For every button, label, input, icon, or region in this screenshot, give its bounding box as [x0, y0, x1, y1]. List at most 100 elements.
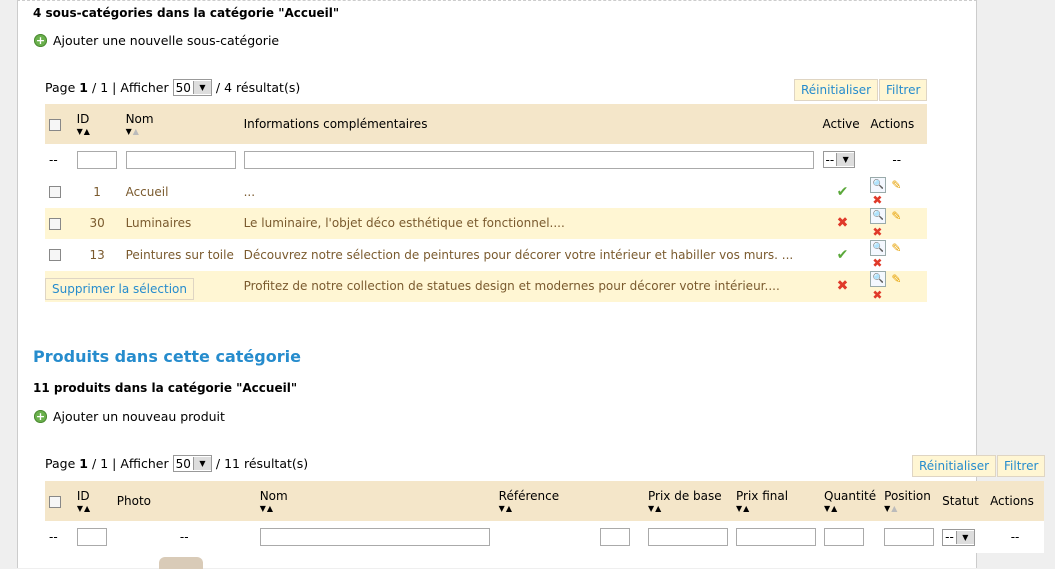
col-position: Position ▼▲: [880, 481, 938, 521]
col-name: Nom ▼▲: [256, 481, 495, 521]
product-thumbnail[interactable]: [159, 557, 203, 569]
products-section-title: Produits dans cette catégorie: [33, 347, 301, 366]
products-table: ID ▼▲ Photo Nom ▼▲ Référence ▼▲ Prix de bas…: [45, 481, 1044, 553]
table-row[interactable]: 30 Luminaires Le luminaire, l'objet déco e…: [45, 207, 927, 239]
delete-icon[interactable]: ✖: [870, 193, 884, 207]
products-select-all-checkbox[interactable]: [49, 495, 61, 508]
view-icon[interactable]: 🔍: [870, 208, 887, 224]
view-icon[interactable]: 🔍: [870, 176, 887, 193]
add-product-link[interactable]: + Ajouter un nouveau produit: [34, 409, 225, 424]
row-name: Luminaires: [121, 207, 240, 239]
cross-icon[interactable]: ✖: [837, 278, 849, 294]
row-info: Découvrez notre sélection de peintures p…: [239, 238, 819, 271]
base-price-filter-input[interactable]: [648, 528, 728, 546]
select-all-cell: [45, 104, 73, 144]
col-photo: Photo: [116, 494, 152, 508]
position-filter-input[interactable]: [884, 528, 935, 546]
sort-arrows-icon[interactable]: ▼▲: [736, 504, 816, 513]
edit-icon[interactable]: ✎: [889, 272, 903, 286]
edit-icon[interactable]: ✎: [889, 241, 903, 255]
sort-arrows-icon[interactable]: ▼▲: [824, 504, 876, 513]
pager-page-word: Page: [45, 456, 76, 471]
status-filter-select[interactable]: -- ▼: [942, 528, 975, 546]
row-id: 13: [72, 238, 122, 271]
quantity-filter-input[interactable]: [824, 528, 864, 546]
delete-selection-button[interactable]: Supprimer la sélection: [45, 278, 194, 300]
sort-arrows-icon[interactable]: ▼▲: [884, 504, 934, 513]
row-id: 1: [72, 175, 122, 208]
per-page-select[interactable]: 50 ▼: [172, 79, 212, 96]
table-row[interactable]: 13 Peintures sur toile Découvrez notre sél…: [45, 238, 927, 271]
sort-arrows-icon[interactable]: ▼▲: [126, 127, 236, 136]
col-actions: Actions: [870, 117, 915, 131]
pager-total: 1: [100, 80, 109, 95]
delete-icon[interactable]: ✖: [870, 225, 884, 239]
delete-icon[interactable]: ✖: [870, 288, 884, 302]
edit-icon[interactable]: ✎: [889, 209, 903, 223]
reference-filter-input[interactable]: [600, 528, 630, 546]
product-id-filter-input[interactable]: [76, 528, 107, 546]
actions-filter-dash: --: [1010, 530, 1020, 544]
table-row[interactable]: 1 Accueil... ✔ 🔍 ✎ ✖: [45, 175, 927, 208]
product-name-filter-input[interactable]: [259, 528, 490, 546]
products-reset-button[interactable]: Réinitialiser: [912, 455, 997, 477]
pager-sep: /: [91, 80, 97, 95]
products-heading: 11 produits dans la catégorie "Accueil": [33, 381, 298, 395]
sort-arrows-icon[interactable]: ▼▲: [648, 504, 728, 513]
sort-arrows-icon[interactable]: ▼▲: [77, 127, 118, 136]
row-info: ...: [239, 175, 819, 208]
reset-button[interactable]: Réinitialiser: [794, 79, 879, 101]
pager-show-word: Afficher: [120, 80, 169, 95]
filter-dash: --: [49, 530, 58, 544]
col-actions: Actions: [990, 494, 1034, 508]
pager-results: / 11 résultat(s): [215, 456, 309, 471]
sort-arrows-icon[interactable]: ▼▲: [499, 504, 640, 513]
id-filter-input[interactable]: [76, 150, 117, 169]
chevron-down-icon: ▼: [955, 530, 974, 544]
sort-arrows-icon[interactable]: ▼▲: [77, 504, 109, 513]
delete-icon[interactable]: ✖: [870, 256, 884, 270]
name-filter-input[interactable]: [125, 150, 236, 169]
chevron-down-icon: ▼: [192, 457, 211, 470]
sort-arrows-icon[interactable]: ▼▲: [260, 504, 491, 513]
add-icon: +: [34, 410, 47, 423]
final-price-filter-input[interactable]: [736, 528, 816, 546]
row-id: 30: [72, 207, 122, 239]
info-filter-input[interactable]: [243, 150, 814, 169]
filter-dash: --: [49, 152, 58, 167]
active-filter-select[interactable]: -- ▼: [822, 151, 856, 169]
row-checkbox[interactable]: [49, 217, 61, 230]
view-icon[interactable]: 🔍: [870, 271, 887, 287]
row-name: Accueil: [121, 175, 240, 208]
chevron-down-icon: ▼: [192, 81, 211, 94]
row-info: Profitez de notre collection de statues …: [239, 270, 819, 302]
check-icon[interactable]: ✔: [837, 184, 849, 200]
view-icon[interactable]: 🔍: [870, 239, 887, 256]
col-base-price: Prix de base ▼▲: [644, 481, 732, 521]
actions-filter-dash: --: [892, 152, 902, 167]
edit-icon[interactable]: ✎: [889, 178, 903, 192]
row-checkbox[interactable]: [49, 186, 61, 199]
pager-bar: |: [112, 456, 117, 471]
add-product-label: Ajouter un nouveau produit: [53, 409, 225, 424]
subcategories-heading: 4 sous-catégories dans la catégorie "Acc…: [33, 6, 340, 20]
col-quantity: Quantité ▼▲: [824, 489, 877, 513]
products-pager: Page 1 / 1 | Afficher 50 ▼ / 11 résultat(…: [45, 455, 308, 472]
products-filter-button[interactable]: Filtrer: [997, 455, 1046, 477]
cross-icon[interactable]: ✖: [837, 215, 849, 231]
col-reference: Référence ▼▲: [495, 481, 644, 521]
col-info: Informations complémentaires: [243, 117, 428, 131]
filter-button[interactable]: Filtrer: [879, 79, 928, 101]
add-icon: +: [34, 34, 47, 47]
subcategories-table: ID ▼▲ Nom ▼▲ Informations complémentaires …: [45, 104, 927, 302]
pager-sep: /: [91, 456, 97, 471]
row-checkbox[interactable]: [49, 249, 61, 262]
add-subcategory-label: Ajouter une nouvelle sous-catégorie: [53, 33, 280, 48]
chevron-down-icon: ▼: [836, 153, 855, 167]
add-subcategory-link[interactable]: + Ajouter une nouvelle sous-catégorie: [34, 33, 279, 48]
col-status: Statut: [942, 494, 979, 508]
select-all-checkbox[interactable]: [49, 118, 61, 131]
check-icon[interactable]: ✔: [837, 247, 849, 263]
per-page-select[interactable]: 50 ▼: [172, 455, 212, 472]
pager-results: / 4 résultat(s): [215, 80, 301, 95]
